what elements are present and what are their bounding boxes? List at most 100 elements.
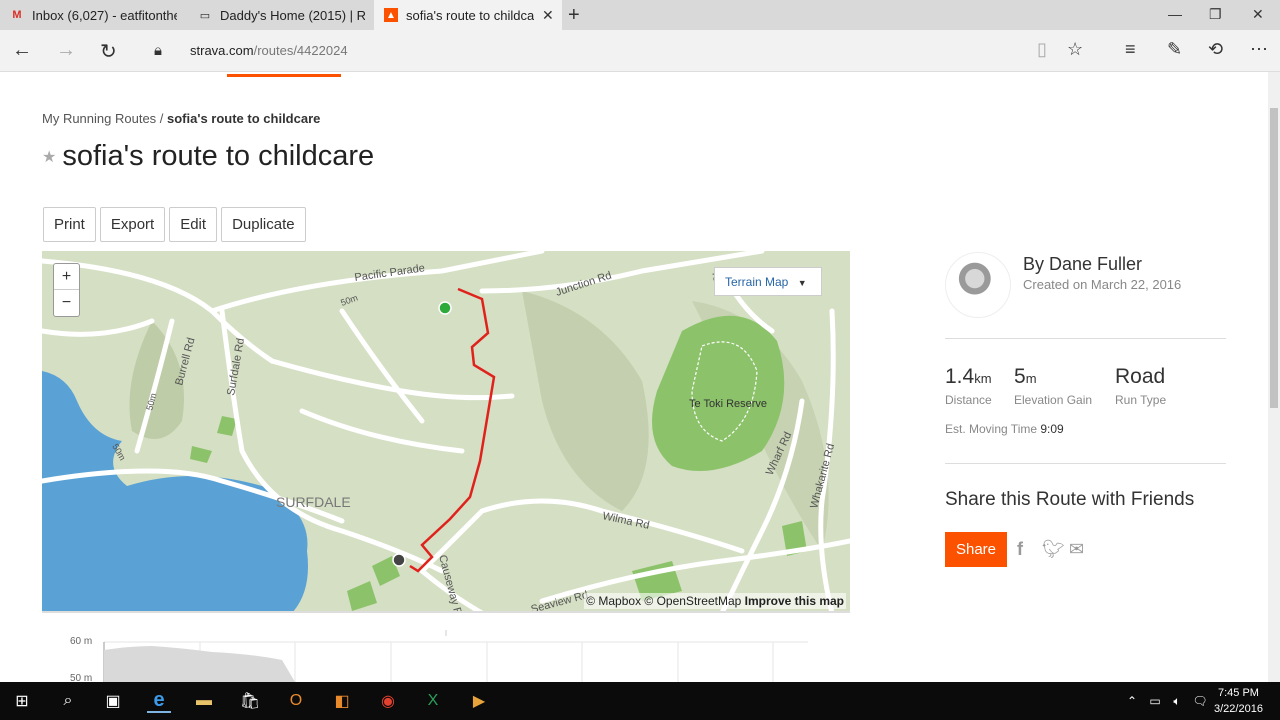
email-icon[interactable]: ✉ (1069, 539, 1084, 560)
export-button[interactable]: Export (99, 207, 166, 242)
emt-value: 9:09 (1040, 422, 1064, 436)
windows-taskbar: ⊞ ⌕ ▣ e ▬ 🛍︎ O ◧ ◉ X ▶ ⌃ ▭ 🔈︎ 🗨︎ 7:45 PM… (0, 682, 1280, 720)
created-date: Created on March 22, 2016 (1023, 277, 1182, 292)
map-canvas: Pacific Parade Junction Rd Surfdale Rd B… (42, 251, 850, 611)
breadcrumb-parent-link[interactable]: My Running Routes (42, 111, 156, 126)
scroll-thumb[interactable] (1270, 108, 1278, 408)
system-clock[interactable]: 7:45 PM 3/22/2016 (1214, 685, 1263, 717)
forward-icon[interactable]: → (56, 39, 76, 62)
chrome-icon[interactable]: ◉ (376, 689, 400, 713)
avatar[interactable] (945, 252, 1011, 318)
stat-unit: m (1025, 371, 1037, 386)
refresh-icon[interactable]: ↻ (100, 39, 117, 64)
clock-time: 7:45 PM (1217, 687, 1259, 699)
stat-value: 1.4 (945, 365, 975, 388)
zoom-in-button[interactable]: + (54, 264, 79, 290)
windows-start-icon[interactable]: ⊞ (10, 689, 34, 713)
browser-tab-bar: M Inbox (6,027) - eatfitontherc ▭ Daddy'… (0, 0, 1280, 30)
url-field[interactable]: strava.com/routes/4422024 (190, 43, 348, 58)
clock-date: 3/22/2016 (1214, 703, 1263, 715)
route-map[interactable]: Pacific Parade Junction Rd Surfdale Rd B… (42, 251, 850, 613)
url-host: strava.com (190, 43, 254, 58)
lock-icon: 🔒︎ (154, 42, 162, 59)
author-name[interactable]: By Dane Fuller (1023, 254, 1142, 275)
chevron-up-icon[interactable]: ⌃ (1120, 689, 1144, 713)
duplicate-button[interactable]: Duplicate (221, 207, 306, 242)
map-attribution: © Mapbox © OpenStreetMap Improve this ma… (584, 593, 846, 609)
print-button[interactable]: Print (43, 207, 96, 242)
map-type-label: Terrain Map (725, 275, 789, 289)
volume-icon[interactable]: 🔈︎ (1165, 689, 1189, 713)
stat-label: Elevation Gain (1014, 393, 1093, 407)
zoom-out-button[interactable]: − (54, 290, 79, 316)
stat-distance: 1.4km Distance (945, 365, 992, 407)
stat-value: Road (1115, 365, 1166, 388)
tab-title: sofia's route to childcare (406, 7, 534, 23)
edit-button[interactable]: Edit (169, 207, 218, 242)
close-tab-icon[interactable]: ✕ (542, 7, 554, 24)
stat-value: 5 (1014, 365, 1026, 388)
stat-run-type: Road Run Type (1115, 365, 1166, 407)
minimize-icon[interactable]: — (1168, 6, 1182, 22)
page-scrollbar[interactable] (1268, 72, 1280, 682)
url-path: /routes/4422024 (253, 43, 348, 58)
office-icon[interactable]: ◧ (330, 689, 354, 713)
favorite-star-icon[interactable]: ☆ (1067, 39, 1083, 60)
page-content: My Running Routes / sofia's route to chi… (0, 72, 1268, 682)
stat-label: Run Type (1115, 393, 1167, 407)
tab-inbox[interactable]: M Inbox (6,027) - eatfitontherc (0, 0, 188, 30)
map-type-dropdown[interactable]: Terrain Map ▼ (714, 267, 822, 296)
hub-icon[interactable]: ≡ (1125, 39, 1136, 60)
address-bar: ← → ↻ 🔒︎ strava.com/routes/4422024 ▯ ☆ ≡… (0, 30, 1280, 72)
est-moving-time: Est. Moving Time 9:09 (945, 422, 1064, 436)
map-zoom-control: + − (53, 263, 80, 317)
elevation-tick-label: 50 m (70, 673, 93, 682)
outlook-icon[interactable]: O (284, 689, 308, 713)
twitter-icon[interactable]: 🐦︎ (1042, 539, 1065, 560)
excel-icon[interactable]: X (421, 689, 445, 713)
file-explorer-icon[interactable]: ▬ (192, 689, 216, 713)
new-tab-button[interactable]: + (568, 4, 580, 27)
tab-title: Inbox (6,027) - eatfitontherc (32, 7, 177, 23)
route-actions: Print Export Edit Duplicate (43, 207, 306, 242)
caret-down-icon: ▼ (797, 278, 807, 288)
page-title: ★ sofia's route to childcare (42, 140, 374, 173)
search-icon[interactable]: ⌕ (56, 689, 80, 713)
stat-elevation-gain: 5m Elevation Gain (1014, 365, 1092, 407)
notification-icon[interactable]: 🗨︎ (1188, 689, 1212, 713)
elevation-chart (103, 630, 808, 682)
battery-icon[interactable]: ▭ (1143, 689, 1167, 713)
facebook-icon[interactable]: f (1017, 539, 1023, 560)
maximize-icon[interactable]: ❐ (1209, 6, 1222, 23)
back-icon[interactable]: ← (12, 39, 32, 62)
route-title-text: sofia's route to childcare (62, 140, 375, 172)
share-button[interactable]: Share (945, 532, 1007, 567)
emt-label: Est. Moving Time (945, 422, 1038, 436)
nav-active-indicator (227, 74, 341, 77)
edge-icon[interactable]: e (147, 689, 171, 713)
divider (945, 463, 1226, 464)
breadcrumb-current: sofia's route to childcare (167, 111, 321, 126)
task-view-icon[interactable]: ▣ (101, 689, 125, 713)
map-label: Te Toki Reserve (689, 398, 767, 410)
web-note-icon[interactable]: ✎ (1167, 39, 1182, 60)
star-icon[interactable]: ★ (42, 147, 56, 167)
reading-view-icon[interactable]: ▯ (1037, 39, 1047, 60)
gmail-icon: M (12, 9, 22, 21)
tab-strava-route[interactable]: ▲ sofia's route to childcare ✕ (374, 0, 562, 30)
share-icon[interactable]: ⟲ (1208, 39, 1223, 60)
close-window-icon[interactable]: ✕ (1252, 6, 1264, 23)
improve-map-link[interactable]: Improve this map (745, 594, 844, 608)
divider (945, 338, 1226, 339)
tab-daddys-home[interactable]: ▭ Daddy's Home (2015) | Rain (188, 0, 374, 30)
elevation-profile: 60 m 50 m (42, 630, 850, 682)
stat-unit: km (974, 371, 992, 386)
elevation-tick-label: 60 m (70, 636, 93, 647)
map-label: SURFDALE (276, 494, 351, 510)
breadcrumb: My Running Routes / sofia's route to chi… (42, 111, 320, 126)
media-player-icon[interactable]: ▶ (467, 689, 491, 713)
store-icon[interactable]: 🛍︎ (238, 689, 262, 713)
page-icon: ▭ (199, 9, 211, 22)
attribution-text: © Mapbox © OpenStreetMap (586, 594, 742, 608)
more-icon[interactable]: ⋯ (1250, 39, 1268, 60)
